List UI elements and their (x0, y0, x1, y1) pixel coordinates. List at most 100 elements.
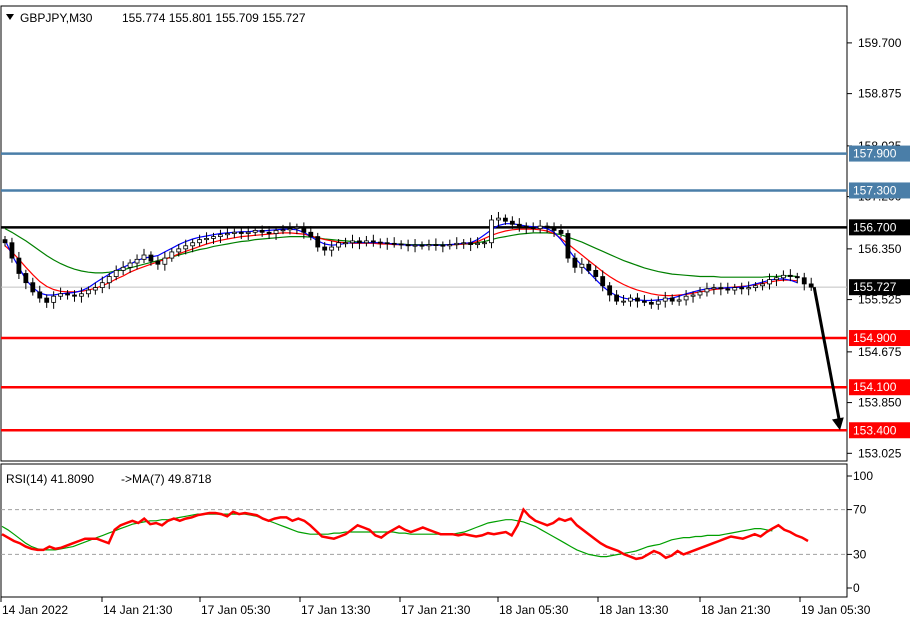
candle-body (489, 219, 494, 244)
candle-body (384, 242, 390, 245)
rsi-ma-label: ->MA(7) 49.8718 (121, 472, 212, 486)
candle-body (30, 282, 36, 293)
time-axis: 14 Jan 2022 14 Jan 21:30 17 Jan 05:30 17 Ja… (0, 597, 871, 617)
symbol-label: GBPJPY,M30 (20, 11, 93, 25)
candle-body (336, 242, 342, 248)
level-label-text: 157.300 (853, 183, 897, 197)
candle-body (628, 297, 633, 302)
y-tick-label: 158.875 (858, 87, 902, 101)
candle-body (669, 297, 675, 302)
candle-body (224, 233, 230, 236)
candle-body (725, 288, 731, 291)
candle-body (614, 294, 619, 302)
candle-body (301, 226, 307, 233)
candle-body (23, 273, 29, 284)
candle-body (642, 300, 647, 303)
candle-body (426, 244, 432, 247)
candle-body (565, 233, 571, 259)
candle-body (183, 245, 189, 250)
candle-body (454, 242, 460, 245)
candle-body (357, 240, 362, 244)
candle-body (169, 251, 175, 259)
candle-body (308, 231, 314, 237)
candle-body (44, 297, 50, 303)
candle-body (259, 230, 265, 233)
x-tick-label: 17 Jan 05:30 (201, 603, 271, 617)
candle-body (808, 283, 814, 288)
candle-body (579, 263, 585, 268)
candle-body (197, 239, 203, 244)
candle-body (767, 279, 772, 285)
candle-body (655, 300, 661, 305)
candle-body (190, 242, 196, 247)
rsi-tick-label: 30 (853, 547, 867, 561)
candle-body (475, 242, 481, 245)
candle-body (558, 230, 564, 234)
candle-body (287, 228, 293, 231)
y-tick-label: 154.675 (858, 345, 902, 359)
candle-body (148, 254, 154, 262)
candle-body (51, 295, 57, 303)
candle-body (739, 287, 745, 290)
candle-body (86, 289, 91, 295)
candle (565, 229, 571, 263)
candle-body (753, 285, 758, 289)
candle-body (65, 293, 70, 296)
candle-body (496, 217, 501, 221)
candle-body (204, 238, 209, 241)
candle-body (106, 276, 112, 284)
level-label-text: 154.100 (853, 380, 897, 394)
candle-body (120, 266, 126, 271)
candle-body (801, 277, 807, 285)
candle-body (329, 246, 335, 251)
candle-body (9, 242, 15, 259)
price-panel (0, 5, 848, 462)
candle-body (127, 262, 133, 268)
y-tick-label: 159.700 (858, 36, 902, 50)
x-tick-label: 14 Jan 2022 (2, 603, 68, 617)
candle-body (99, 282, 105, 289)
rsi-tick-label: 100 (853, 469, 873, 483)
level-label-text: 156.700 (853, 220, 897, 234)
rsi-label: RSI(14) 41.8090 (6, 472, 94, 486)
candle-body (794, 276, 800, 279)
candle-body (141, 254, 147, 260)
candle-body (162, 257, 168, 265)
candle-body (245, 231, 251, 234)
candle-body (697, 291, 703, 296)
candle-body (273, 230, 279, 234)
candle-body (662, 297, 668, 302)
candle-body (544, 225, 550, 228)
price-axis: 159.700158.875158.025157.200156.350155.5… (847, 36, 902, 460)
candle-body (92, 287, 98, 291)
level-label-text: 153.400 (853, 423, 897, 437)
candle-body (683, 295, 689, 301)
candle-body (774, 277, 779, 281)
candle-body (433, 244, 439, 246)
rsi-tick-label: 0 (853, 581, 860, 595)
y-tick-label: 153.850 (858, 396, 902, 410)
candle-body (509, 220, 515, 225)
candle-body (72, 294, 77, 297)
candle-body (231, 231, 237, 234)
candle-body (621, 300, 626, 303)
candle-body (294, 226, 300, 229)
chart: 159.700158.875158.025157.200156.350155.5… (0, 5, 910, 617)
candle-body (155, 260, 161, 265)
x-tick-label: 19 Jan 05:30 (801, 603, 871, 617)
rsi-tick-label: 70 (853, 503, 867, 517)
candle-body (16, 257, 22, 274)
candle-body (79, 293, 84, 297)
x-tick-label: 17 Jan 13:30 (301, 603, 371, 617)
x-tick-label: 17 Jan 21:30 (401, 603, 471, 617)
candle-body (502, 217, 508, 222)
candle-body (593, 269, 599, 277)
candle-body (2, 239, 8, 244)
candle-body (718, 287, 724, 290)
candle-body (572, 257, 578, 268)
candle-body (787, 274, 793, 277)
candle-body (391, 242, 397, 245)
candle-body (350, 240, 355, 244)
candle-body (551, 226, 557, 231)
candle-body (635, 297, 640, 302)
